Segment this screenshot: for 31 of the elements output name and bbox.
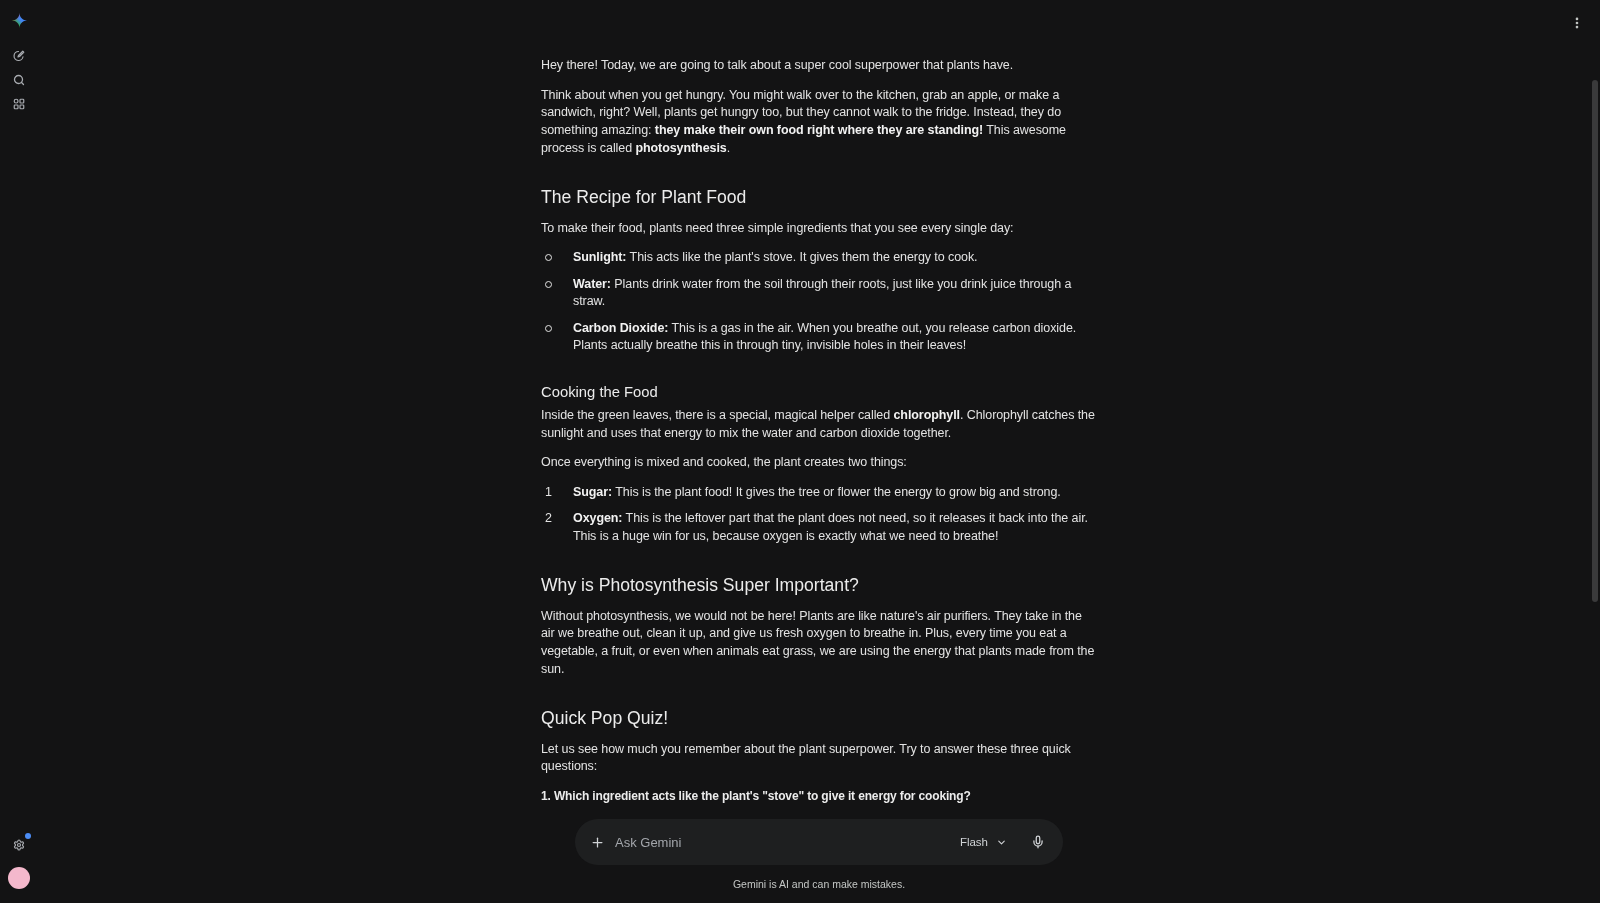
model-selector-button[interactable]: Flash	[953, 832, 1013, 852]
search-icon[interactable]	[13, 74, 25, 86]
paragraph: Without photosynthesis, we would not be here! Plants are like nature's air purifiers. They take in the air we breathe out, clean it up, and give us fresh oxygen to breathe in. Plus, every time you eat a vegetable, a fruit, or even when animals eat grass, we are using the energy that plants made from the sun.	[541, 607, 1096, 678]
avatar-icon[interactable]	[8, 867, 30, 889]
paragraph: Think about when you get hungry. You might walk over to the kitchen, grab an apple, or make a sandwich, right? Well, plants get hungry too, but they cannot walk to the fridge. Instead, they do something amazing: they make their own food right where they are standing! This awesome process is called photosynthesis.	[541, 86, 1067, 157]
paragraph: Once everything is mixed and cooked, the plant creates two things:	[541, 454, 908, 472]
paragraph: Hey there! Today, we are going to talk about a super cool superpower that plants have.	[541, 57, 1015, 74]
subsection-heading: Cooking the Food	[541, 382, 659, 402]
plus-icon[interactable]	[590, 834, 605, 850]
grid-icon[interactable]	[13, 98, 25, 110]
section-heading: Quick Pop Quiz!	[541, 706, 670, 730]
list-item-text: Water: Plants drink water from the soil through their roots, just like you drink juice through a straw.	[573, 275, 1073, 311]
quiz-question: 1. Which ingredient acts like the plant's "stove" to give it energy for cooking?	[541, 787, 972, 805]
list-number: 2	[545, 510, 552, 528]
list-item-text: Sugar: This is the plant food! It gives the tree or flower the energy to grow big and strong.	[573, 484, 1062, 502]
paragraph: To make their food, plants need three simple ingredients that you see every single day:	[541, 219, 1015, 237]
prompt-bar[interactable]: Ask Gemini Flash	[575, 819, 1063, 865]
list-item-text: Carbon Dioxide: This is a gas in the air. When you breathe out, you release carbon dioxide. Plants actually breathe this in through tiny, invisible holes in their leaves!	[573, 319, 1078, 355]
list-item-text: Oxygen: This is the leftover part that the plant does not need, so it releases it back into the air. This is a huge win for us, because oxygen is exactly what we need to breathe!	[573, 510, 1089, 546]
section-heading: The Recipe for Plant Food	[541, 185, 748, 209]
paragraph: Inside the green leaves, there is a special, magical helper called chlorophyll. Chlorophyll catches the sunlight and uses that energy to mix the water and carbon dioxide together.	[541, 406, 1096, 442]
prompt-input[interactable]: Ask Gemini	[615, 832, 954, 852]
list-item-text: Sunlight: This acts like the plant's stove. It gives them the energy to cook.	[573, 249, 979, 267]
settings-icon[interactable]	[13, 839, 25, 851]
scrollbar-thumb[interactable]	[1592, 80, 1598, 602]
list-number: 1	[545, 484, 552, 502]
disclaimer-text: Gemini is AI and can make mistakes.	[732, 877, 906, 891]
mic-icon[interactable]	[1031, 835, 1045, 849]
paragraph: Let us see how much you remember about the plant superpower. Try to answer these three quick questions:	[541, 740, 1072, 776]
edit-icon[interactable]	[13, 50, 25, 62]
section-heading: Why is Photosynthesis Super Important?	[541, 573, 860, 597]
